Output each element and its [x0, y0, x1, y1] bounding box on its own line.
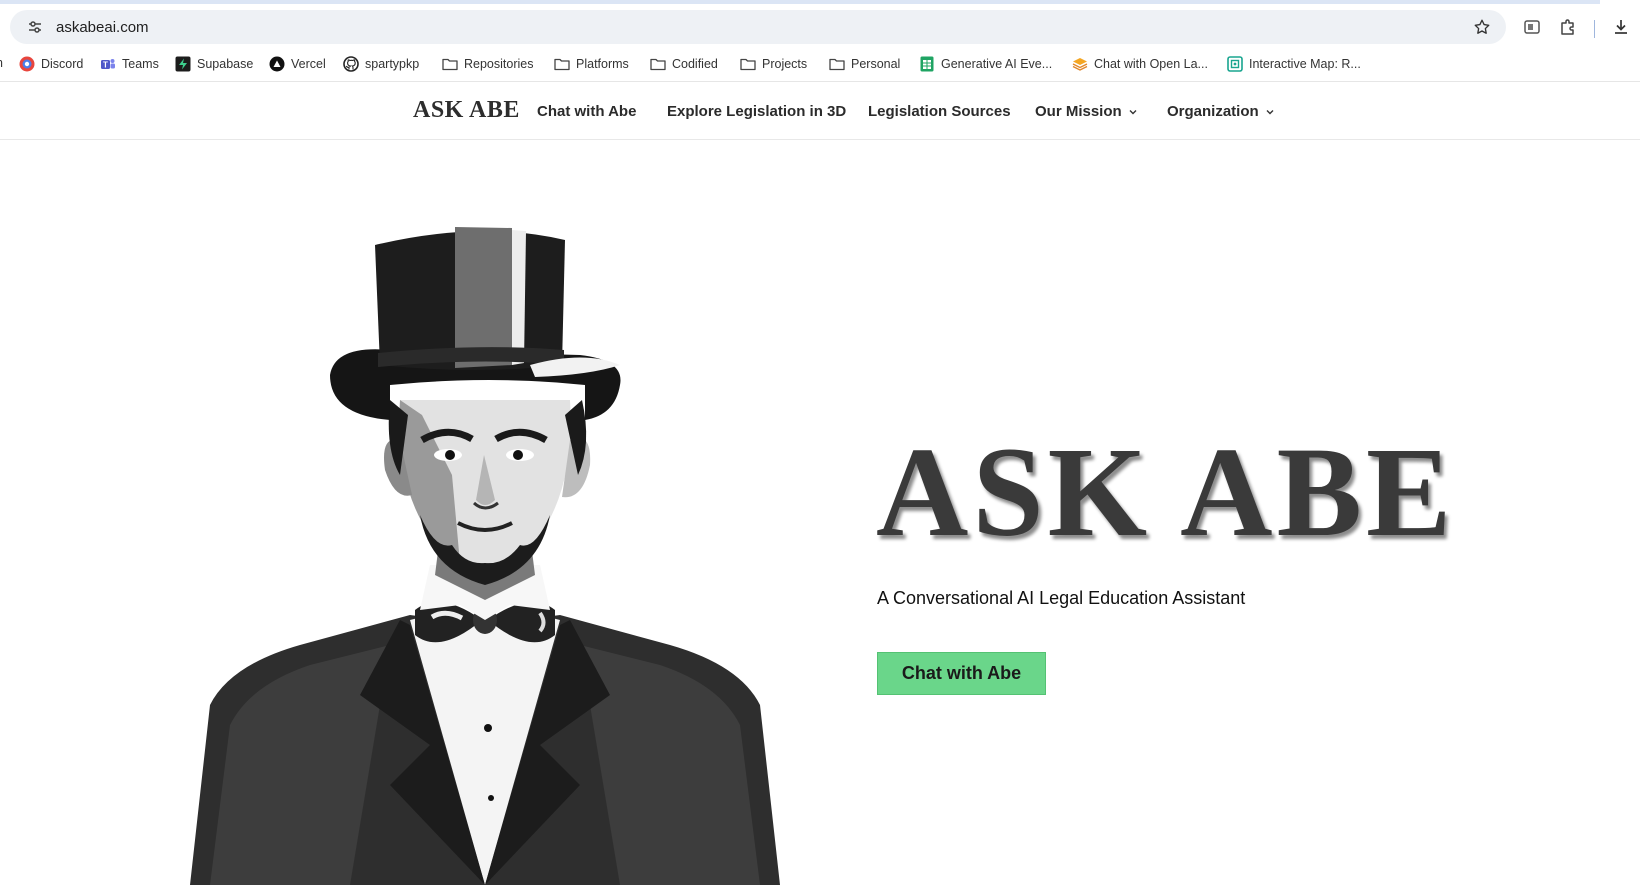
folder-icon [740, 56, 756, 72]
star-icon[interactable] [1466, 11, 1498, 43]
nav-link-legislation-sources[interactable]: Legislation Sources [868, 103, 1011, 120]
bookmarks-bar: n Discord T Teams Supabase Vercel sparty… [0, 48, 1640, 82]
github-icon [343, 56, 359, 72]
folder-icon [554, 56, 570, 72]
browser-toolbar: askabeai.com [0, 4, 1640, 48]
svg-text:T: T [103, 61, 108, 70]
sheets-icon [919, 56, 935, 72]
bookmark-folder-repositories[interactable]: Repositories [442, 56, 533, 72]
abe-lincoln-illustration [190, 227, 780, 885]
bookmark-folder-projects[interactable]: Projects [740, 56, 807, 72]
toolbar-divider [1594, 20, 1595, 38]
discord-icon [19, 56, 35, 72]
bookmark-supabase[interactable]: Supabase [175, 56, 253, 72]
url-text[interactable]: askabeai.com [56, 19, 1466, 36]
chevron-down-icon [1128, 103, 1138, 120]
tune-icon[interactable] [20, 12, 50, 42]
folder-icon [442, 56, 458, 72]
hero-subtitle: A Conversational AI Legal Education Assi… [877, 588, 1246, 608]
teams-icon: T [100, 56, 116, 72]
vercel-icon [269, 56, 285, 72]
stack-icon [1072, 56, 1088, 72]
bookmark-folder-platforms[interactable]: Platforms [554, 56, 629, 72]
nav-link-our-mission[interactable]: Our Mission [1035, 103, 1138, 120]
nav-link-explore-legislation[interactable]: Explore Legislation in 3D [667, 103, 846, 120]
folder-icon [829, 56, 845, 72]
chat-with-abe-button[interactable]: Chat with Abe [877, 652, 1046, 695]
bookmark-chat-with-open-la[interactable]: Chat with Open La... [1072, 56, 1208, 72]
hero-title: ASK ABE [876, 421, 1456, 563]
bookmark-teams[interactable]: T Teams [100, 56, 159, 72]
bookmark-vercel[interactable]: Vercel [269, 56, 326, 72]
site-header: ASK ABE Chat with Abe Explore Legislatio… [0, 83, 1640, 140]
bookmark-discord[interactable]: Discord [19, 56, 83, 72]
nav-link-organization[interactable]: Organization [1167, 103, 1275, 120]
map-icon [1227, 56, 1243, 72]
supabase-icon [175, 56, 191, 72]
bookmark-folder-codified[interactable]: Codified [650, 56, 718, 72]
bookmark-interactive-map[interactable]: Interactive Map: R... [1227, 56, 1361, 72]
site-logo[interactable]: ASK ABE [413, 97, 520, 124]
bookmark-spartypkp[interactable]: spartypkp [343, 56, 419, 72]
download-icon[interactable] [1608, 14, 1634, 40]
folder-icon [650, 56, 666, 72]
bookmark-cut-off[interactable]: n [0, 56, 3, 70]
nav-link-chat-with-abe[interactable]: Chat with Abe [537, 103, 636, 120]
profile-card-icon[interactable] [1519, 14, 1545, 40]
bookmark-folder-personal[interactable]: Personal [829, 56, 900, 72]
extension-puzzle-icon[interactable] [1555, 14, 1581, 40]
bookmark-generative-ai-events[interactable]: Generative AI Eve... [919, 56, 1052, 72]
chevron-down-icon [1265, 103, 1275, 120]
address-bar[interactable]: askabeai.com [10, 10, 1506, 44]
